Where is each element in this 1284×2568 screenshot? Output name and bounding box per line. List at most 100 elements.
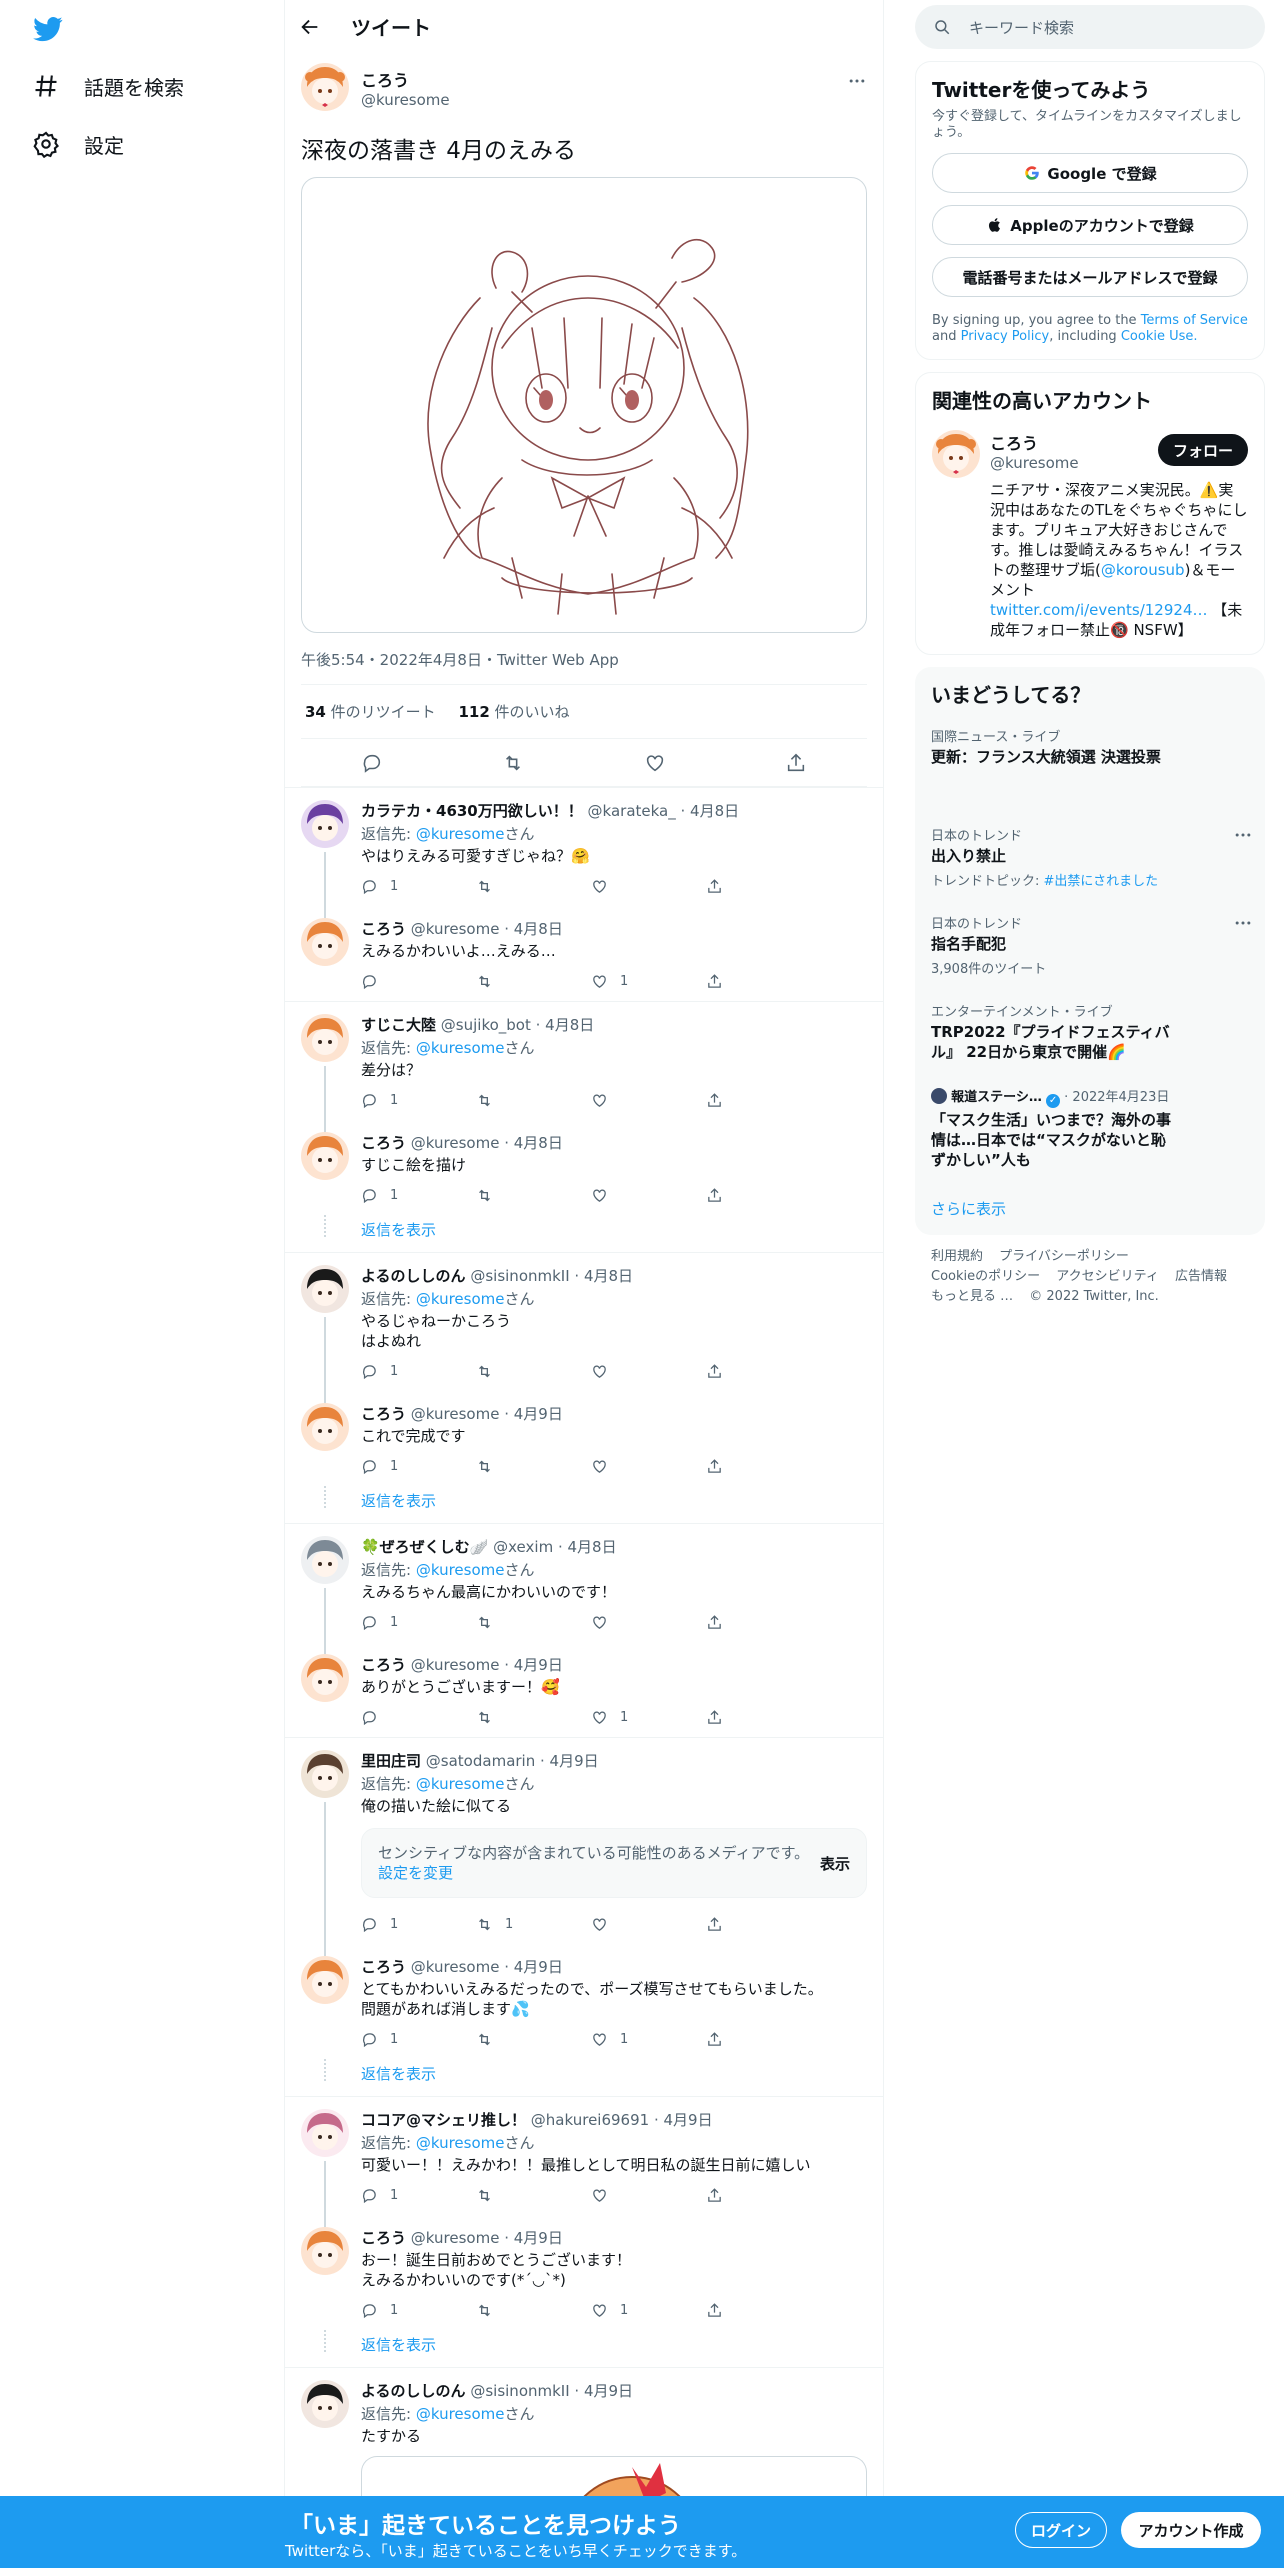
share-button[interactable] xyxy=(706,1187,786,1204)
share-button[interactable] xyxy=(706,1458,786,1475)
footer-link[interactable]: もっと見る … xyxy=(931,1289,1013,1304)
like-button[interactable] xyxy=(591,1092,671,1109)
reply-author-name[interactable]: ころう xyxy=(361,1134,406,1152)
reply-tweet[interactable]: すじこ大陸 @sujiko_bot · 4月8日 返信先: @kuresomeさん… xyxy=(285,1001,883,1132)
footer-link[interactable]: 利用規約 xyxy=(931,1249,983,1264)
retweet-count[interactable]: 34 xyxy=(305,703,326,721)
avatar[interactable] xyxy=(301,63,349,111)
retweet-button[interactable] xyxy=(476,2187,556,2204)
more-options-icon[interactable] xyxy=(847,71,867,91)
author-handle[interactable]: @kuresome xyxy=(361,91,450,109)
replying-to-link[interactable]: @kuresome xyxy=(416,1775,505,1793)
replying-to-link[interactable]: @kuresome xyxy=(416,2134,505,2152)
like-button[interactable]: 1 xyxy=(591,973,671,990)
replying-to-link[interactable]: @kuresome xyxy=(416,2405,505,2423)
reply-button[interactable]: 1 xyxy=(361,2031,441,2048)
reply-tweet[interactable]: ころう @kuresome · 4月8日 すじこ絵を描け 1 xyxy=(285,1120,883,1215)
show-replies-label[interactable]: 返信を表示 xyxy=(361,2065,436,2083)
retweet-button[interactable] xyxy=(476,1187,556,1204)
share-button[interactable] xyxy=(706,2187,786,2204)
reply-author-name[interactable]: よるのししのん xyxy=(361,2382,466,2400)
avatar[interactable] xyxy=(301,1750,349,1798)
show-replies-label[interactable]: 返信を表示 xyxy=(361,2336,436,2354)
like-label[interactable]: 件のいいね xyxy=(495,703,570,721)
nav-settings[interactable]: 設定 xyxy=(32,124,124,164)
login-button[interactable]: ログイン xyxy=(1015,2512,1107,2548)
trend-item[interactable]: 日本のトレンド 指名手配犯 3,908件のツイート xyxy=(915,901,1265,989)
avatar[interactable] xyxy=(301,918,349,966)
reply-icon[interactable] xyxy=(361,752,383,774)
like-button[interactable] xyxy=(591,878,671,895)
reply-tweet[interactable]: カラテカ・4630万円欲しい！！ @karateka_ · 4月8日 返信先: @… xyxy=(285,787,883,918)
reply-tweet[interactable]: 里田庄司 @satodamarin · 4月9日 返信先: @kuresomeさん… xyxy=(285,1737,883,1956)
privacy-policy-link[interactable]: Privacy Policy xyxy=(961,329,1050,344)
reply-handle-date[interactable]: @kuresome · 4月8日 xyxy=(411,1134,563,1152)
share-button[interactable] xyxy=(706,1092,786,1109)
reply-handle-date[interactable]: @kuresome · 4月8日 xyxy=(411,920,563,938)
reply-tweet[interactable]: ころう @kuresome · 4月9日 ありがとうございますー！🥰 1 xyxy=(285,1642,883,1737)
reply-author-name[interactable]: 🍀ぜろぜくしむ🪽 xyxy=(361,1538,488,1556)
footer-link[interactable]: プライバシーポリシー xyxy=(999,1249,1129,1264)
retweet-button[interactable] xyxy=(476,2302,556,2319)
bio-mention-link[interactable]: @korousub xyxy=(1101,561,1185,579)
more-options-icon[interactable] xyxy=(1233,913,1253,933)
reply-button[interactable]: 1 xyxy=(361,878,441,895)
reply-button[interactable]: 1 xyxy=(361,1614,441,1631)
reply-author-name[interactable]: ころう xyxy=(361,2229,406,2247)
retweet-button[interactable] xyxy=(476,878,556,895)
like-button[interactable] xyxy=(591,1458,671,1475)
reply-handle-date[interactable]: @kuresome · 4月9日 xyxy=(411,1958,563,1976)
account-row[interactable]: ころう @kuresome ニチアサ・深夜アニメ実況民。⚠️実況中はあなたのTL… xyxy=(916,420,1264,654)
replying-to-link[interactable]: @kuresome xyxy=(416,1290,505,1308)
retweet-button[interactable] xyxy=(476,1458,556,1475)
reply-button[interactable]: 1 xyxy=(361,2187,441,2204)
retweet-label[interactable]: 件のリツイート xyxy=(331,703,436,721)
trend-item[interactable]: 日本のトレンド 出入り禁止 トレンドトピック: #出禁にされました xyxy=(915,813,1265,901)
avatar[interactable] xyxy=(301,1265,349,1313)
reply-author-name[interactable]: ころう xyxy=(361,920,406,938)
show-replies-label[interactable]: 返信を表示 xyxy=(361,1492,436,1510)
avatar[interactable] xyxy=(301,1536,349,1584)
avatar[interactable] xyxy=(301,1403,349,1451)
reply-tweet[interactable]: ころう @kuresome · 4月9日 これで完成です 1 xyxy=(285,1391,883,1486)
like-button[interactable]: 1 xyxy=(591,2031,671,2048)
like-button[interactable] xyxy=(591,1363,671,1380)
reply-tweet[interactable]: よるのししのん @sisinonmkII · 4月8日 返信先: @kuresom… xyxy=(285,1252,883,1403)
show-replies-label[interactable]: 返信を表示 xyxy=(361,1221,436,1239)
reply-handle-date[interactable]: @kuresome · 4月9日 xyxy=(411,2229,563,2247)
reply-tweet[interactable]: ころう @kuresome · 4月8日 えみるかわいいよ…えみる… 1 xyxy=(285,906,883,1001)
reply-tweet[interactable]: 🍀ぜろぜくしむ🪽 @xexim · 4月8日 返信先: @kuresomeさん えみ… xyxy=(285,1523,883,1654)
reply-tweet[interactable]: ココア@マシェリ推し！ @hakurei69691 · 4月9日 返信先: @ku… xyxy=(285,2096,883,2227)
reply-author-name[interactable]: よるのししのん xyxy=(361,1267,466,1285)
share-button[interactable] xyxy=(706,1709,786,1726)
retweet-button[interactable] xyxy=(476,973,556,990)
more-options-icon[interactable] xyxy=(1233,825,1253,845)
trend-item[interactable]: 報道ステーシ… ✓ · 2022年4月23日 「マスク生活」いつまで？海外の事情… xyxy=(915,1074,1265,1182)
retweet-button[interactable] xyxy=(476,2031,556,2048)
phone-email-signup-button[interactable]: 電話番号またはメールアドレスで登録 xyxy=(932,257,1248,297)
bio-url-link[interactable]: twitter.com/i/events/12924… xyxy=(990,601,1208,619)
avatar[interactable] xyxy=(301,2380,349,2428)
avatar[interactable] xyxy=(301,1654,349,1702)
twitter-logo-icon[interactable] xyxy=(32,14,64,44)
create-account-button[interactable]: アカウント作成 xyxy=(1121,2512,1261,2548)
show-replies-link[interactable]: 返信を表示 xyxy=(285,2330,883,2367)
apple-signup-button[interactable]: Appleのアカウントで登録 xyxy=(932,205,1248,245)
retweet-button[interactable] xyxy=(476,1614,556,1631)
avatar[interactable] xyxy=(301,1014,349,1062)
share-button[interactable] xyxy=(706,1916,786,1933)
show-media-button[interactable]: 表示 xyxy=(820,1853,850,1874)
reply-button[interactable]: 1 xyxy=(361,1092,441,1109)
avatar[interactable] xyxy=(301,2109,349,2157)
reply-button[interactable]: 1 xyxy=(361,1363,441,1380)
avatar[interactable] xyxy=(301,1956,349,2004)
footer-link[interactable]: Cookieのポリシー xyxy=(931,1269,1040,1284)
reply-author-name[interactable]: すじこ大陸 xyxy=(361,1016,436,1034)
avatar[interactable] xyxy=(932,430,980,478)
retweet-icon[interactable] xyxy=(502,752,524,774)
avatar[interactable] xyxy=(301,800,349,848)
like-button[interactable] xyxy=(591,2187,671,2204)
retweet-button[interactable] xyxy=(476,1363,556,1380)
show-replies-link[interactable]: 返信を表示 xyxy=(285,1486,883,1523)
like-icon[interactable] xyxy=(644,752,666,774)
